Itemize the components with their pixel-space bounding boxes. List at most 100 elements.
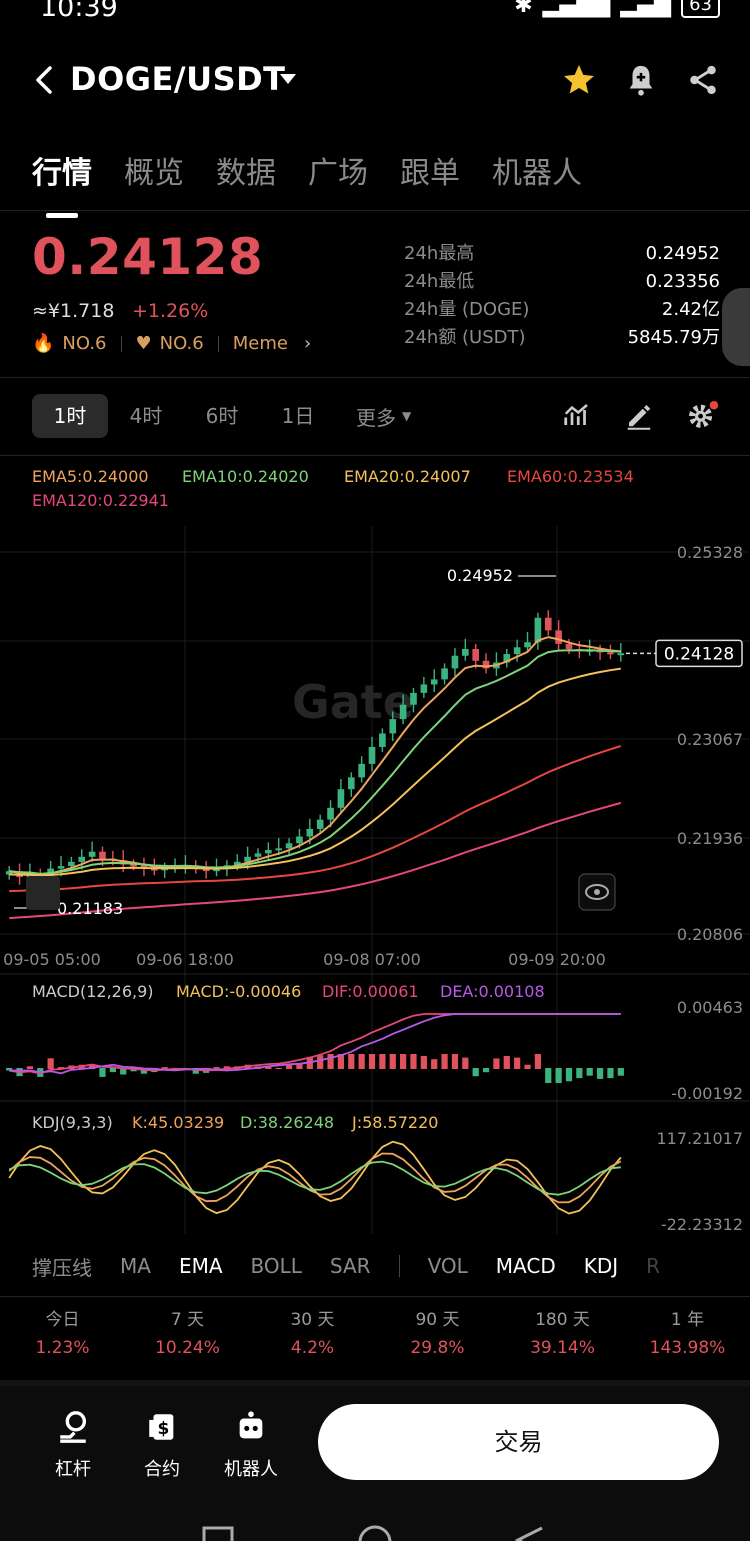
candle-body	[410, 692, 417, 705]
macd-histogram-bar	[389, 1054, 396, 1069]
back-arrow-icon[interactable]	[32, 62, 56, 98]
chevron-right-icon[interactable]: ›	[304, 333, 311, 354]
timeframe-selector: 1时 4时 6时 1日 更多 ▼	[32, 394, 411, 438]
divider	[217, 335, 219, 352]
bot-button[interactable]: 机器人	[211, 1410, 291, 1481]
timeframe-1d[interactable]: 1日	[260, 394, 336, 438]
eye-pupil	[594, 889, 600, 895]
macd-histogram-bar	[317, 1055, 324, 1069]
trade-button[interactable]: 交易	[318, 1404, 719, 1480]
candle-body	[544, 617, 552, 631]
candle-body	[379, 733, 386, 747]
sector-tag[interactable]: Meme	[233, 333, 288, 354]
dif-line	[9, 1013, 621, 1075]
tab-data[interactable]: 数据	[216, 148, 276, 196]
macd-histogram-bar	[576, 1068, 583, 1079]
candle-body	[420, 684, 428, 693]
pair-dropdown-icon[interactable]	[280, 74, 296, 84]
back-nav-icon[interactable]	[514, 1526, 543, 1541]
indicator-rsi[interactable]: R	[646, 1254, 660, 1278]
indicator-support-resistance[interactable]: 撑压线	[32, 1252, 92, 1281]
candle-body	[565, 643, 573, 649]
stat-row: 24h量 (DOGE) 2.42亿	[404, 299, 720, 320]
indicator-kdj[interactable]: KDJ	[584, 1254, 618, 1278]
candle-body	[99, 851, 106, 859]
tab-bots[interactable]: 机器人	[492, 148, 582, 196]
candle-body	[441, 668, 448, 680]
candle-body	[430, 679, 438, 685]
macd-histogram-bar	[503, 1056, 510, 1069]
timeframe-1h[interactable]: 1时	[32, 394, 108, 438]
timeframe-more[interactable]: 更多 ▼	[356, 402, 411, 431]
perf-7d: 7 天 10.24%	[155, 1310, 220, 1358]
candle-body	[265, 850, 272, 854]
indicator-sar[interactable]: SAR	[330, 1254, 371, 1278]
macd-histogram-bar	[586, 1068, 593, 1076]
recents-icon[interactable]	[202, 1526, 234, 1541]
k-line	[8, 1152, 622, 1204]
share-icon[interactable]	[686, 62, 720, 98]
macd-histogram-bar	[420, 1056, 427, 1069]
candle-body	[57, 866, 65, 869]
candle-body	[347, 777, 355, 790]
candle-body	[472, 648, 480, 661]
favorite-star-icon[interactable]	[561, 62, 597, 98]
home-icon[interactable]	[358, 1525, 392, 1541]
candle-body	[513, 647, 521, 655]
settings-gear-icon[interactable]	[686, 400, 720, 430]
indicator-macd[interactable]: MACD	[496, 1254, 556, 1278]
tab-square[interactable]: 广场	[308, 148, 368, 196]
macd-histogram-bar	[358, 1054, 365, 1069]
bluetooth-icon: ✱	[514, 0, 533, 18]
robot-icon	[239, 1411, 263, 1439]
battery-indicator: 63	[681, 0, 720, 18]
ema5-line	[9, 636, 621, 877]
indicator-boll[interactable]: BOLL	[251, 1254, 302, 1278]
caret-down-icon: ▼	[402, 409, 412, 423]
kdj-panel: 117.21017 -22.23312	[8, 1129, 743, 1234]
indicator-ma[interactable]: MA	[120, 1254, 151, 1278]
alert-bell-icon[interactable]	[624, 62, 658, 98]
rank-row: 🔥 NO.6 ♥ NO.6 Meme ›	[32, 333, 311, 354]
timeframe-6h[interactable]: 6时	[184, 394, 260, 438]
leverage-button[interactable]: 杠杆	[33, 1410, 113, 1481]
divider	[0, 1296, 750, 1297]
candle-body	[285, 843, 293, 849]
indicator-ema[interactable]: EMA	[179, 1254, 223, 1278]
tab-copy-trading[interactable]: 跟单	[400, 148, 460, 196]
tab-overview[interactable]: 概览	[124, 148, 184, 196]
dif-value: DIF:0.00061	[322, 982, 419, 1001]
macd-histogram-bar	[441, 1054, 448, 1069]
cny-price: ≈¥1.718	[32, 300, 115, 322]
stat-row: 24h最高 0.24952	[404, 243, 720, 264]
fire-icon: 🔥	[32, 333, 55, 354]
contract-button[interactable]: $ 合约	[122, 1410, 202, 1481]
indicator-vol[interactable]: VOL	[428, 1254, 468, 1278]
macd-histogram-bar	[109, 1068, 116, 1073]
main-tabs: 行情 概览 数据 广场 跟单 机器人	[32, 148, 582, 218]
macd-histogram-bar	[524, 1064, 531, 1069]
macd-histogram-bar	[555, 1068, 562, 1083]
hot-rank[interactable]: NO.6	[62, 333, 106, 354]
candle-body	[337, 789, 345, 808]
macd-histogram-bar	[607, 1068, 614, 1079]
perf-today: 今日 1.23%	[35, 1310, 90, 1358]
floating-side-handle[interactable]	[722, 288, 750, 366]
fav-rank[interactable]: NO.6	[160, 333, 204, 354]
leverage-icon	[60, 1411, 87, 1443]
macd-histogram-bar	[451, 1054, 459, 1069]
candle-body	[327, 807, 334, 820]
macd-histogram-bar	[596, 1068, 604, 1079]
draw-pencil-icon[interactable]	[624, 400, 654, 430]
high-label: 0.24952	[447, 566, 513, 585]
low-label: 0.21183	[57, 899, 123, 918]
macd-histogram-bar	[410, 1054, 417, 1069]
tab-market[interactable]: 行情	[32, 148, 92, 218]
timeframe-4h[interactable]: 4时	[108, 394, 184, 438]
candle-body	[461, 648, 469, 656]
candle-body	[296, 836, 303, 844]
indicator-icon[interactable]	[562, 400, 592, 430]
perf-90d: 90 天 29.8%	[410, 1310, 465, 1358]
pair-title[interactable]: DOGE/USDT	[70, 60, 286, 98]
status-time: 10:39	[40, 0, 118, 23]
